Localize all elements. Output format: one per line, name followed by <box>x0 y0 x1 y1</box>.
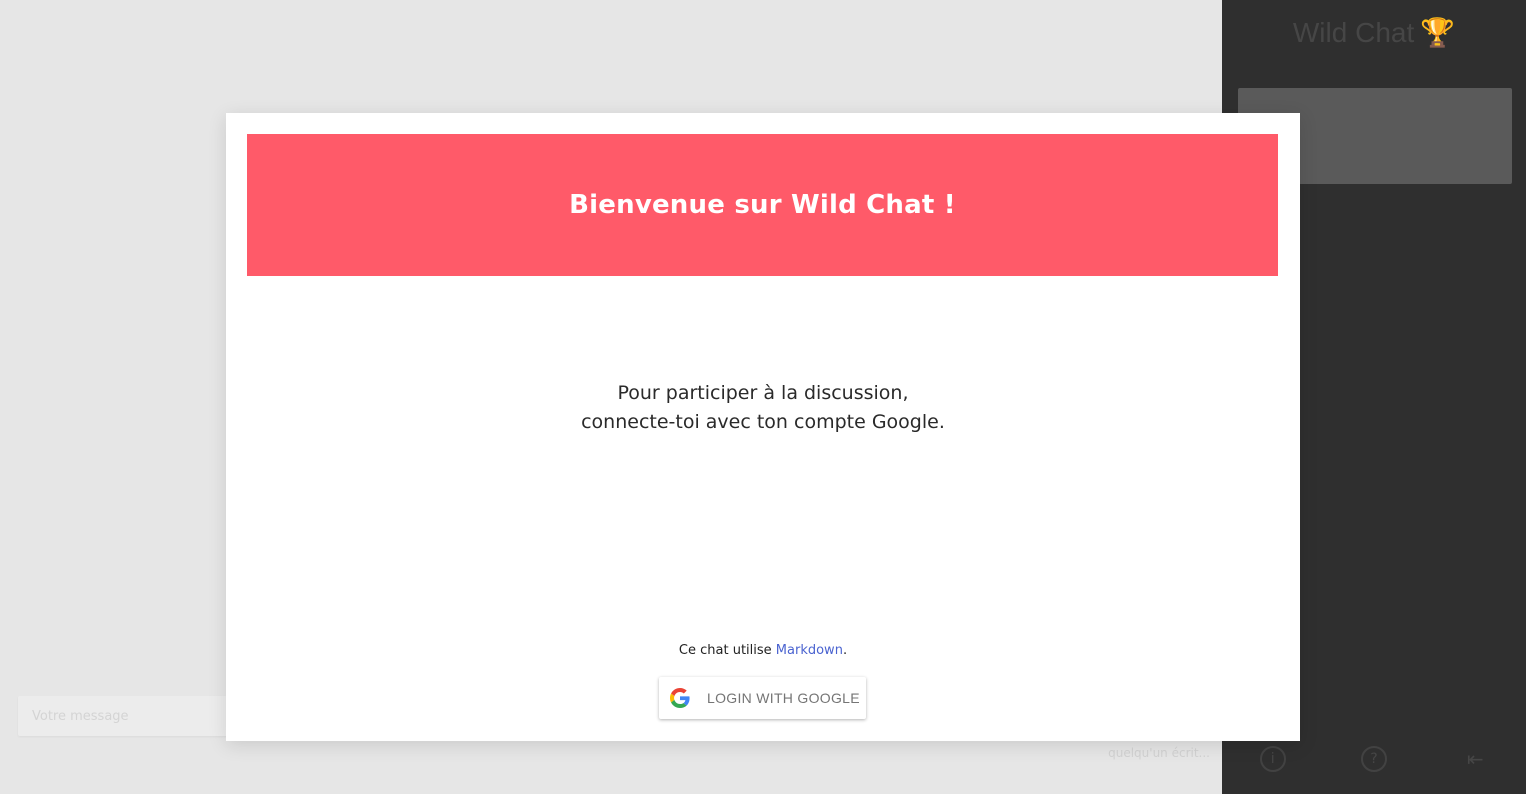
modal-title: Bienvenue sur Wild Chat ! <box>569 190 956 220</box>
markdown-link[interactable]: Markdown <box>776 643 843 658</box>
markdown-note-suffix: . <box>842 643 848 658</box>
google-icon <box>670 688 690 708</box>
login-button-label: LOGIN WITH GOOGLE <box>707 690 860 706</box>
modal-message-line-2: connecte-toi avec ton compte Google. <box>581 411 945 433</box>
modal-header: Bienvenue sur Wild Chat ! <box>247 134 1278 276</box>
modal-overlay: Bienvenue sur Wild Chat ! Pour participe… <box>0 0 1526 794</box>
markdown-note: Ce chat utilise Markdown. <box>226 643 1300 658</box>
login-modal: Bienvenue sur Wild Chat ! Pour participe… <box>226 113 1300 741</box>
modal-message-line-1: Pour participer à la discussion, <box>617 382 909 404</box>
login-with-google-button[interactable]: LOGIN WITH GOOGLE <box>659 677 866 719</box>
markdown-note-prefix: Ce chat utilise <box>678 643 776 658</box>
modal-message: Pour participer à la discussion, connect… <box>226 379 1300 437</box>
